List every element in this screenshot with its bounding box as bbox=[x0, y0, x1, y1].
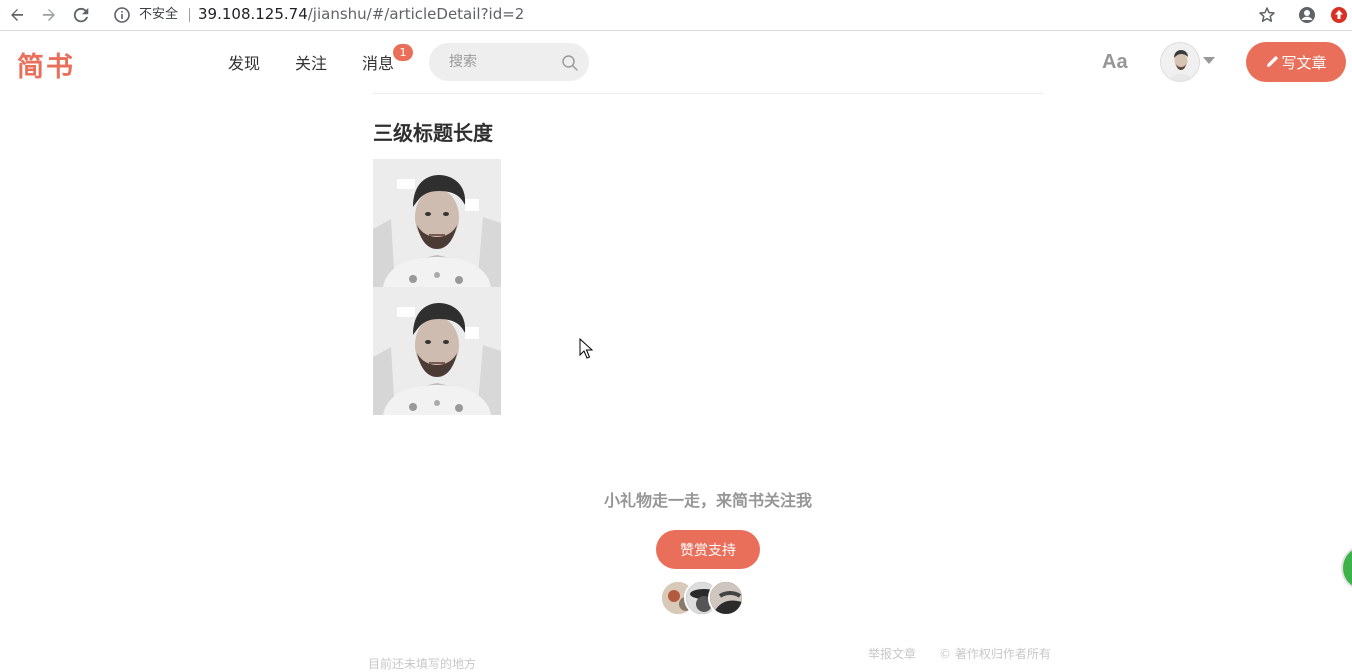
nav-follow[interactable]: 关注 bbox=[295, 54, 327, 74]
extension-icon[interactable] bbox=[1330, 6, 1348, 24]
security-label[interactable]: 不安全 bbox=[139, 6, 178, 24]
message-count-badge: 1 bbox=[393, 44, 413, 61]
info-icon[interactable] bbox=[113, 6, 131, 24]
write-article-button[interactable]: 写文章 bbox=[1246, 42, 1346, 82]
nav-discover[interactable]: 发现 bbox=[228, 54, 260, 74]
supporter-avatars bbox=[660, 580, 750, 616]
back-arrow-icon[interactable] bbox=[6, 5, 28, 25]
browser-toolbar: 不安全 39.108.125.74/jianshu/#/articleDetai… bbox=[0, 0, 1352, 31]
profile-icon[interactable] bbox=[1298, 6, 1316, 24]
logo[interactable]: 简书 bbox=[17, 45, 75, 84]
reload-icon[interactable] bbox=[70, 5, 92, 25]
article-heading: 三级标题长度 bbox=[373, 121, 493, 145]
report-article-link[interactable]: 举报文章 bbox=[868, 645, 916, 662]
pen-icon bbox=[1267, 56, 1279, 67]
address-bar[interactable]: 39.108.125.74/jianshu/#/articleDetail?id… bbox=[198, 5, 524, 23]
url-host: 39.108.125.74 bbox=[198, 5, 308, 23]
avatar-portrait-icon bbox=[1161, 43, 1199, 81]
reward-title: 小礼物走一走，来简书关注我 bbox=[603, 491, 812, 510]
forward-arrow-icon[interactable] bbox=[38, 5, 60, 25]
copyright-note: © 著作权归作者所有 bbox=[939, 647, 1051, 661]
url-path: /jianshu/#/articleDetail?id=2 bbox=[307, 5, 525, 23]
supporter-avatar[interactable] bbox=[708, 580, 744, 616]
font-size-toggle[interactable]: Aa bbox=[1102, 51, 1128, 74]
user-menu-caret-icon[interactable] bbox=[1203, 57, 1215, 64]
search-box bbox=[429, 43, 589, 81]
supporter-photo-icon bbox=[710, 582, 742, 614]
reward-support-button[interactable]: 赞赏支持 bbox=[656, 530, 760, 569]
article-image bbox=[373, 159, 501, 287]
nav-messages[interactable]: 消息 bbox=[362, 54, 394, 74]
portrait-photo-icon bbox=[373, 159, 501, 287]
search-icon[interactable] bbox=[561, 54, 579, 72]
site-header: 简书 发现 关注 消息 1 Aa 写文章 bbox=[0, 32, 1352, 92]
search-input[interactable] bbox=[449, 52, 559, 72]
portrait-photo-icon bbox=[373, 287, 501, 415]
content-divider bbox=[373, 93, 1043, 94]
mouse-cursor-icon bbox=[579, 338, 593, 359]
write-article-label: 写文章 bbox=[1281, 53, 1327, 72]
url-separator bbox=[189, 8, 190, 22]
article-image bbox=[373, 287, 501, 415]
user-avatar[interactable] bbox=[1160, 42, 1200, 82]
bookmark-star-icon[interactable] bbox=[1258, 6, 1276, 24]
side-floating-button[interactable] bbox=[1341, 546, 1352, 590]
